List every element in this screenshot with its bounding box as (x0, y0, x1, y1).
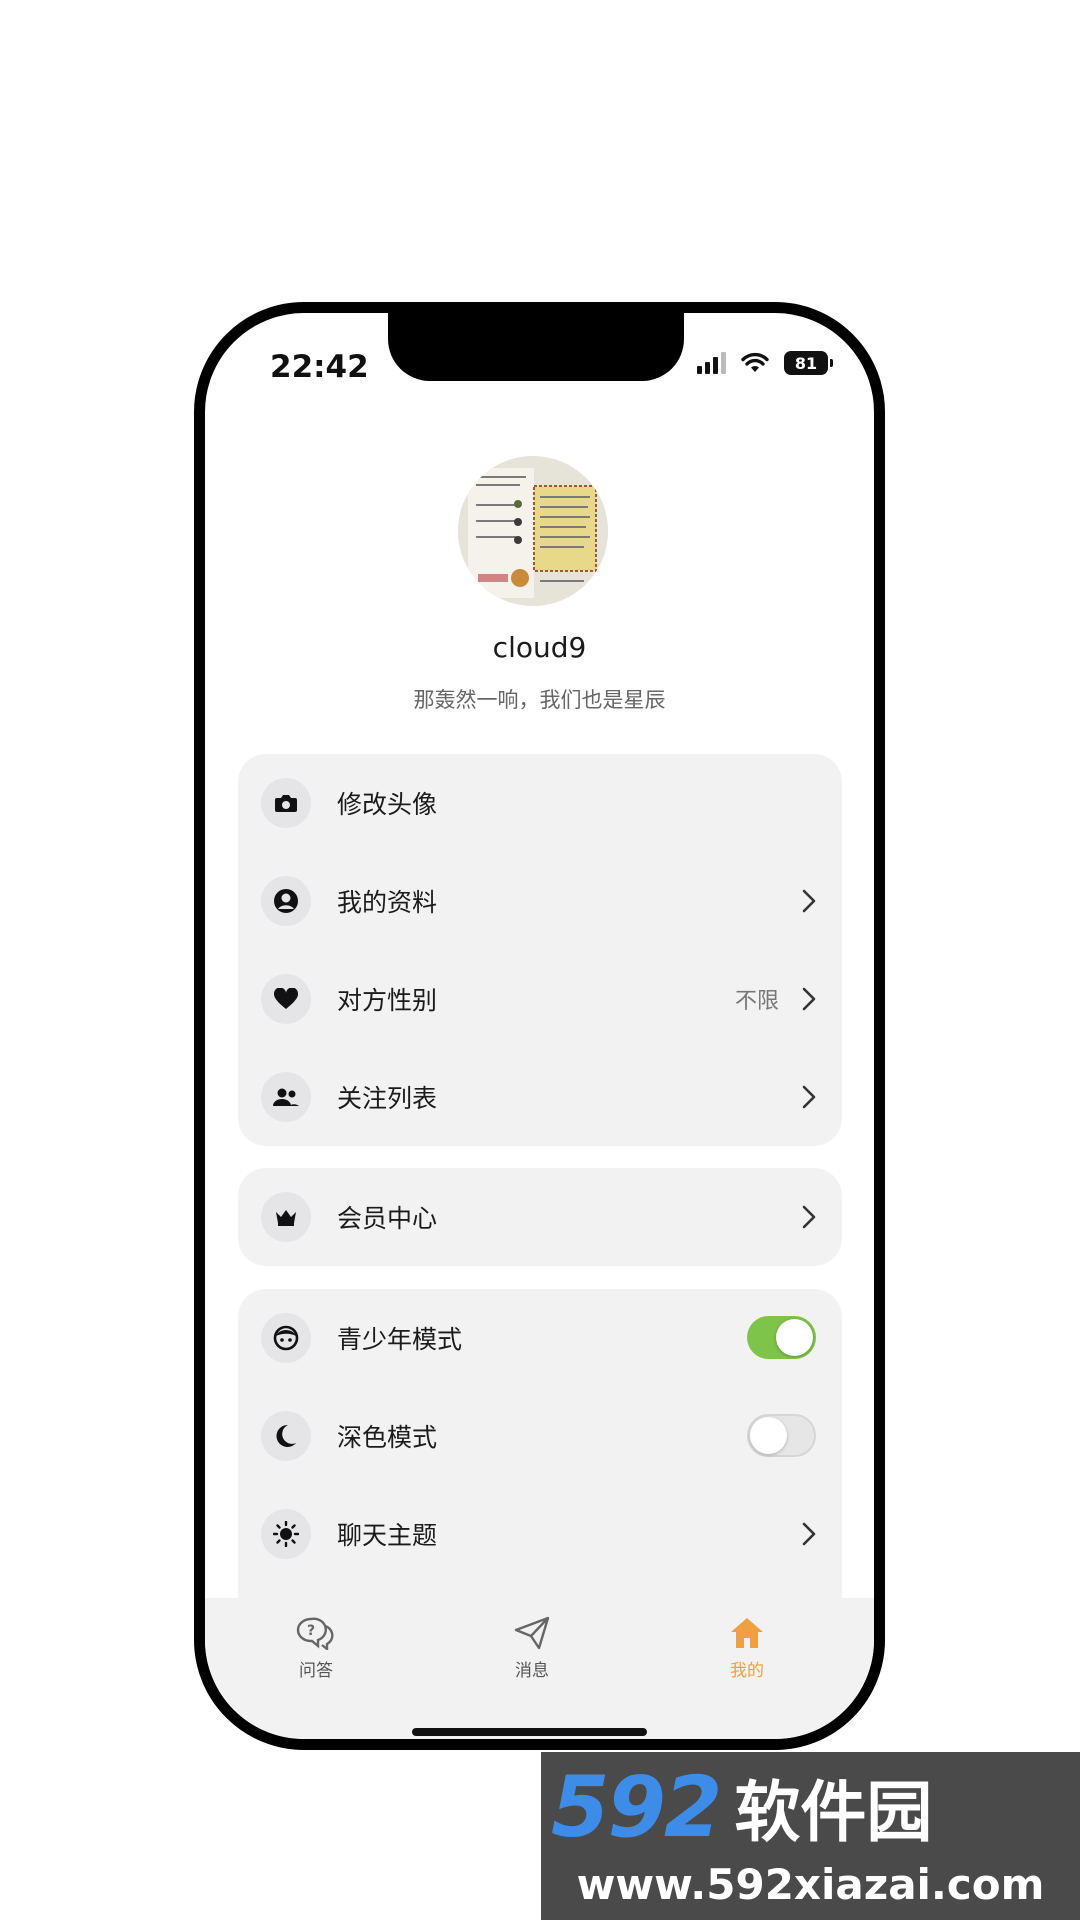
notch (388, 313, 684, 381)
watermark-logo-text: 软件园 (734, 1774, 933, 1851)
menu-row-follow-list[interactable]: 关注列表 (238, 1048, 842, 1146)
tab-qa[interactable]: ? 问答 (251, 1616, 381, 1681)
chevron-right-icon (802, 987, 816, 1011)
menu-row-my-profile[interactable]: 我的资料 (238, 852, 842, 950)
people-icon (261, 1072, 311, 1122)
menu-row-label: 深色模式 (337, 1423, 438, 1452)
menu-row-label: 青少年模式 (337, 1325, 463, 1354)
menu-row-teen-mode: 青少年模式 (238, 1289, 842, 1387)
menu-row-label: 关注列表 (337, 1084, 438, 1113)
chevron-right-icon (802, 1522, 816, 1546)
chevron-right-icon (802, 1085, 816, 1109)
username: cloud9 (492, 631, 587, 664)
moon-icon (261, 1411, 311, 1461)
user-circle-icon (261, 876, 311, 926)
watermark-url: www.592xiazai.com (576, 1860, 1045, 1909)
menu-row-label: 我的资料 (337, 888, 438, 917)
menu-row-vip-center[interactable]: 会员中心 (238, 1168, 842, 1266)
status-icons: 81 (697, 351, 833, 375)
chevron-right-icon (802, 889, 816, 913)
tab-mine[interactable]: 我的 (682, 1616, 812, 1681)
toggle-knob (776, 1319, 813, 1356)
chevron-right-icon (802, 1205, 816, 1229)
question-chat-icon: ? (296, 1617, 334, 1650)
watermark-logo-number: 592 (551, 1758, 722, 1856)
menu-row-label: 对方性别 (337, 986, 438, 1015)
paper-plane-icon (514, 1616, 550, 1650)
wifi-icon (741, 352, 769, 372)
menu-row-label: 会员中心 (337, 1204, 438, 1233)
face-icon (261, 1313, 311, 1363)
settings-card-profile: 修改头像 我的资料 对方性别 不限 关注列表 (238, 754, 842, 1146)
teen-mode-toggle[interactable] (747, 1316, 816, 1359)
settings-card-membership: 会员中心 (238, 1168, 842, 1266)
phone-frame: 22:42 81 cloud9 那轰然一响，我们也是星辰 修改头像 我的资料 对… (194, 302, 885, 1750)
toggle-knob (750, 1417, 787, 1454)
watermark-logo: 592 软件园 (551, 1758, 933, 1856)
settings-card-preferences: 青少年模式 深色模式 聊天主题 (238, 1289, 842, 1649)
dark-mode-toggle[interactable] (747, 1414, 816, 1457)
menu-row-label: 修改头像 (337, 790, 438, 819)
watermark-banner: 592 软件园 www.592xiazai.com (541, 1752, 1080, 1920)
page: 22:42 81 cloud9 那轰然一响，我们也是星辰 修改头像 我的资料 对… (0, 0, 1080, 1920)
crown-icon (261, 1192, 311, 1242)
battery-icon: 81 (784, 351, 833, 375)
tab-messages[interactable]: 消息 (467, 1616, 597, 1681)
camera-icon (261, 778, 311, 828)
tab-label: 消息 (515, 1661, 549, 1681)
menu-row-change-avatar[interactable]: 修改头像 (238, 754, 842, 852)
user-signature: 那轰然一响，我们也是星辰 (413, 688, 666, 712)
signal-icon (697, 352, 726, 374)
menu-row-dark-mode: 深色模式 (238, 1387, 842, 1485)
home-icon (731, 1618, 763, 1648)
avatar[interactable] (458, 456, 608, 606)
menu-row-label: 聊天主题 (337, 1521, 438, 1550)
battery-level: 81 (794, 353, 818, 373)
svg-text:?: ? (307, 1623, 315, 1639)
tab-label: 问答 (299, 1661, 333, 1681)
menu-row-chat-theme[interactable]: 聊天主题 (238, 1485, 842, 1583)
sun-icon (261, 1509, 311, 1559)
tab-label: 我的 (730, 1661, 764, 1681)
avatar-image (458, 456, 608, 606)
menu-row-partner-gender[interactable]: 对方性别 不限 (238, 950, 842, 1048)
partner-gender-value: 不限 (734, 989, 779, 1014)
status-time: 22:42 (270, 349, 369, 385)
heart-icon (261, 974, 311, 1024)
home-indicator (412, 1728, 647, 1736)
